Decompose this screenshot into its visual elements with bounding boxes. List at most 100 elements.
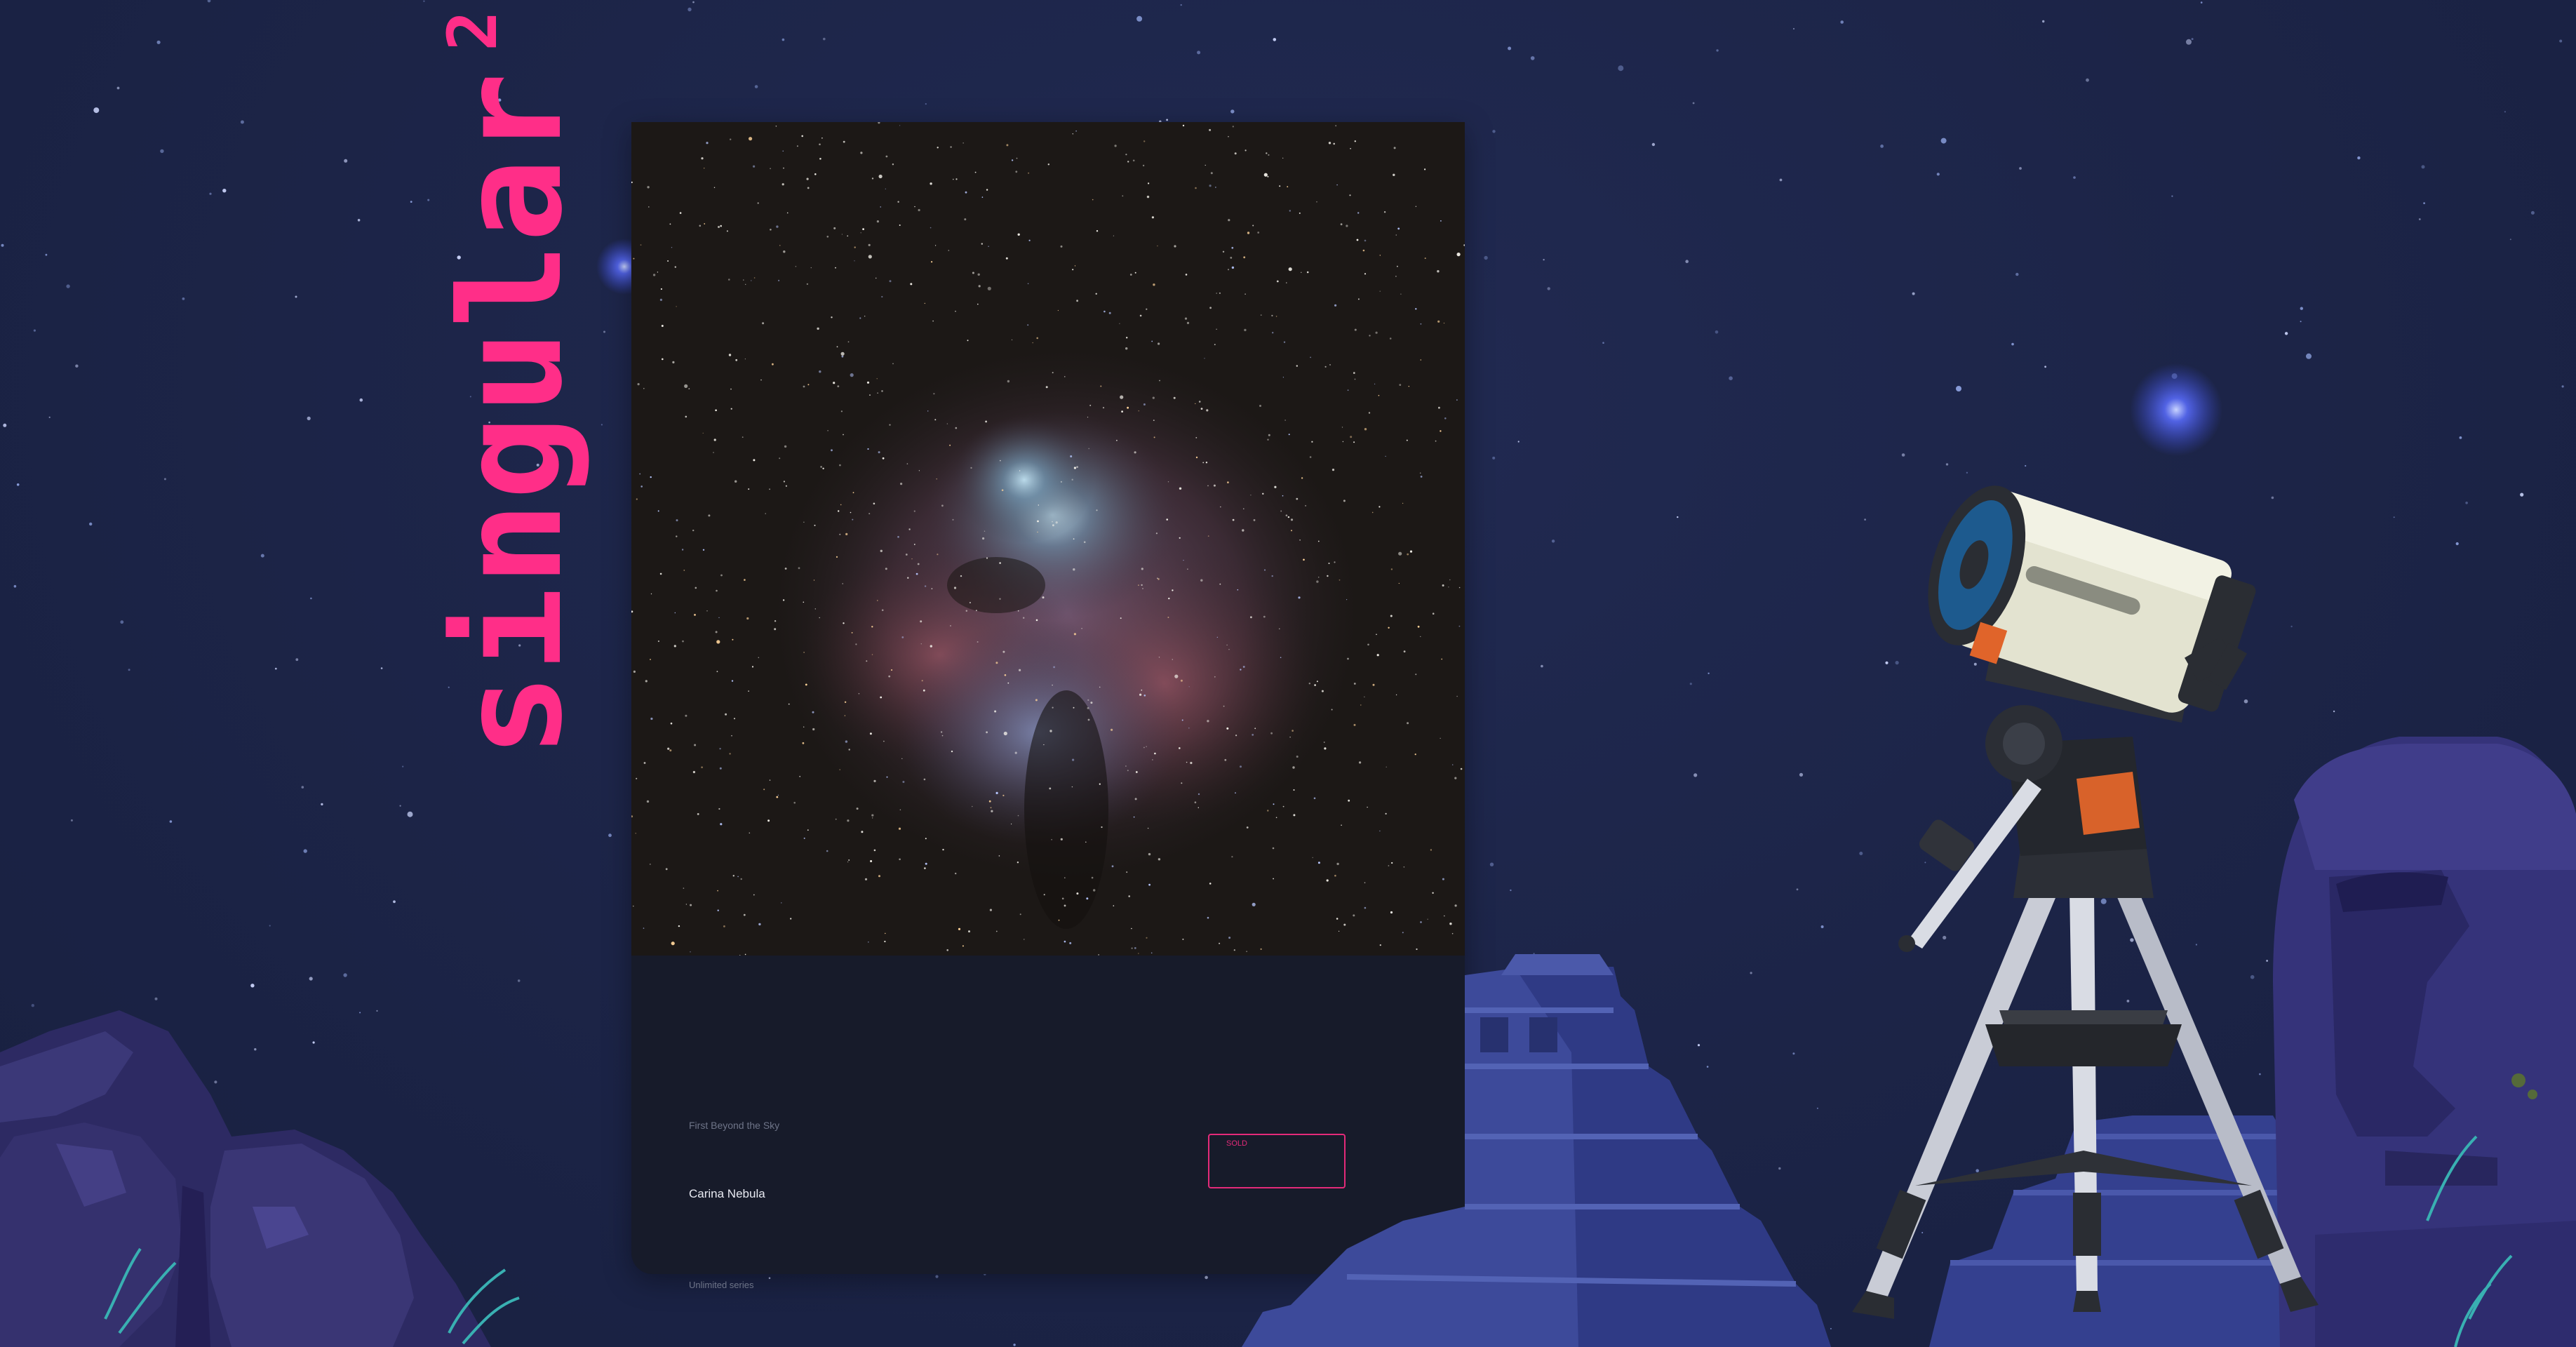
star bbox=[1885, 661, 1889, 664]
nebula-star bbox=[767, 819, 770, 822]
nebula-star bbox=[1456, 253, 1461, 257]
nebula-star bbox=[1419, 472, 1421, 474]
nebula-star bbox=[1388, 865, 1390, 866]
star bbox=[2408, 1306, 2410, 1308]
nebula-star bbox=[1153, 436, 1155, 438]
nebula-star bbox=[1226, 727, 1229, 730]
star bbox=[410, 201, 412, 203]
nebula-star bbox=[783, 167, 784, 169]
nebula-star bbox=[1172, 589, 1174, 591]
star bbox=[163, 478, 166, 481]
star bbox=[48, 416, 51, 418]
nebula-image[interactable] bbox=[631, 122, 1465, 956]
nebula-star bbox=[732, 638, 734, 641]
star bbox=[1273, 38, 1277, 41]
nebula-star bbox=[1138, 584, 1139, 586]
nebula-star bbox=[1336, 862, 1339, 866]
nebula-star bbox=[1364, 273, 1367, 275]
nebula-star bbox=[1224, 758, 1227, 761]
nebula-star bbox=[835, 818, 837, 820]
star bbox=[2554, 1259, 2557, 1262]
nebula-star bbox=[821, 138, 823, 139]
nebula-star bbox=[1083, 541, 1086, 543]
nebula-star bbox=[878, 451, 880, 454]
nebula-star bbox=[746, 617, 749, 620]
nebula-star bbox=[1102, 407, 1105, 409]
nebula-star bbox=[990, 807, 992, 809]
nebula-star bbox=[1357, 298, 1360, 300]
collection-name[interactable]: First Beyond the Sky bbox=[689, 1120, 779, 1131]
singular-logo[interactable]: singular 2.0 bbox=[430, 0, 593, 758]
nebula-star bbox=[1151, 952, 1153, 954]
nebula-star bbox=[845, 532, 848, 536]
nebula-star bbox=[716, 671, 718, 673]
nebula-star bbox=[937, 147, 939, 149]
nebula-star bbox=[1146, 195, 1150, 199]
nebula-star bbox=[1343, 500, 1346, 502]
star bbox=[1796, 888, 1799, 891]
nebula-star bbox=[1326, 879, 1329, 882]
nebula-star bbox=[1127, 770, 1129, 772]
star bbox=[304, 1221, 307, 1224]
nebula-star bbox=[841, 355, 844, 358]
nebula-star bbox=[923, 778, 926, 781]
nebula-star bbox=[718, 226, 720, 228]
nebula-star bbox=[1364, 428, 1367, 431]
nebula-star bbox=[1306, 271, 1309, 274]
nebula-star bbox=[882, 457, 885, 460]
nebula-star bbox=[1111, 865, 1114, 868]
nebula-star bbox=[952, 518, 954, 521]
star bbox=[1166, 119, 1168, 121]
nebula-star bbox=[1158, 578, 1160, 580]
nebula-star bbox=[757, 202, 759, 204]
star bbox=[1859, 852, 1863, 855]
nebula-star bbox=[1379, 944, 1381, 946]
nebula-star bbox=[1296, 497, 1299, 500]
nebula-star bbox=[765, 513, 766, 514]
nebula-star bbox=[640, 244, 642, 246]
nebula-star bbox=[699, 224, 702, 227]
star bbox=[2195, 944, 2197, 946]
nebula-star bbox=[810, 267, 812, 269]
nebula-star bbox=[1120, 617, 1122, 619]
nebula-star bbox=[1205, 164, 1206, 166]
nebula-star bbox=[1252, 224, 1254, 227]
nebula-star bbox=[1073, 467, 1076, 469]
nebula-star bbox=[901, 758, 903, 759]
star bbox=[2171, 373, 2178, 380]
nebula-star bbox=[1210, 172, 1213, 175]
nebula-star bbox=[1266, 152, 1268, 154]
nebula-star bbox=[713, 187, 716, 188]
star bbox=[344, 159, 348, 163]
nebula-star bbox=[1213, 484, 1216, 487]
nebula-star bbox=[937, 554, 939, 556]
nebula-star bbox=[917, 563, 920, 565]
nebula-star bbox=[662, 358, 664, 361]
nebula-star bbox=[972, 272, 974, 274]
star bbox=[2423, 202, 2426, 204]
star bbox=[2171, 195, 2173, 197]
star bbox=[407, 811, 413, 817]
nebula-star bbox=[806, 283, 809, 286]
star bbox=[1543, 259, 1545, 261]
nebula-star bbox=[694, 614, 696, 616]
nebula-star bbox=[1006, 144, 1009, 147]
nebula-star bbox=[720, 574, 723, 577]
nebula-star bbox=[845, 740, 848, 743]
nebula-star bbox=[1131, 947, 1133, 949]
star bbox=[209, 192, 212, 195]
nebula-star bbox=[873, 849, 876, 852]
nebula-star bbox=[1339, 579, 1341, 581]
nebula-star bbox=[1416, 948, 1418, 951]
nebula-star bbox=[1282, 805, 1284, 807]
nebula-star bbox=[1364, 906, 1367, 909]
nebula-star bbox=[1437, 320, 1440, 323]
nebula-star bbox=[1440, 220, 1442, 222]
nebula-star bbox=[831, 449, 833, 452]
nebula-star bbox=[1293, 789, 1295, 791]
sold-badge[interactable]: SOLD bbox=[1208, 1134, 1346, 1188]
nebula-star bbox=[1452, 764, 1454, 765]
nebula-star bbox=[1386, 766, 1387, 768]
nebula-star bbox=[817, 327, 819, 330]
artwork-title[interactable]: Carina Nebula bbox=[689, 1187, 765, 1201]
